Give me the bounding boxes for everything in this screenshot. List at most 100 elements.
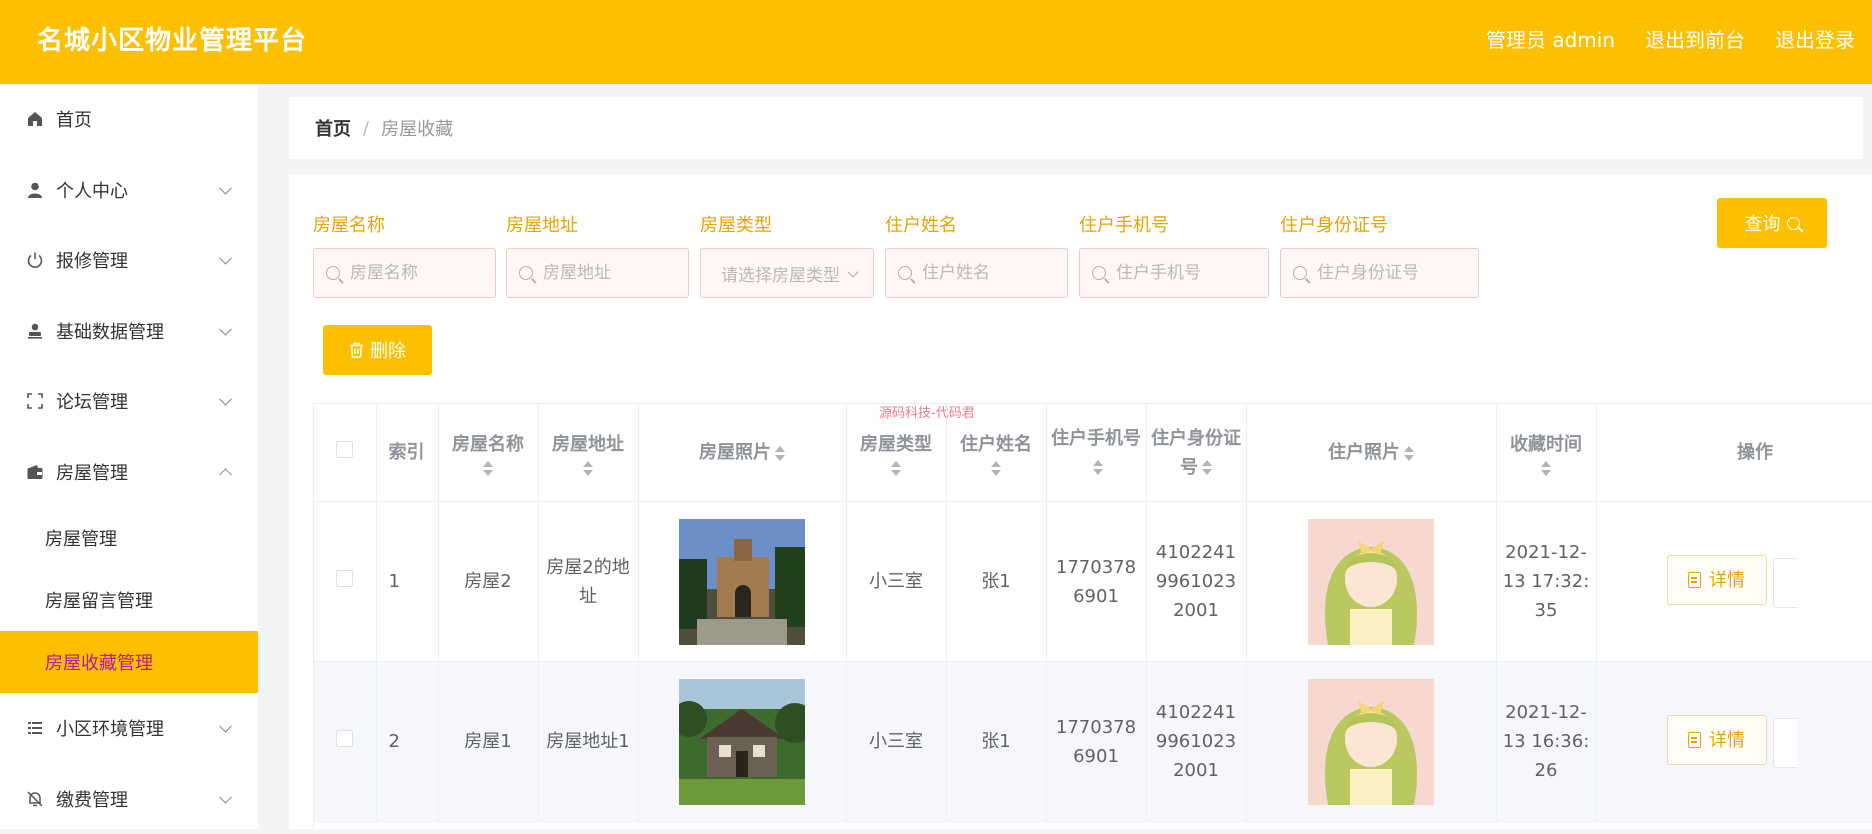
resident-phone-field[interactable]	[1079, 248, 1269, 298]
delete-button-label: 删除	[370, 337, 406, 363]
more-action-button[interactable]	[1773, 718, 1797, 768]
search-icon	[1787, 217, 1800, 230]
sidebar-item-payment[interactable]: 缴费管理	[0, 764, 258, 834]
cell-house-photo	[638, 662, 846, 822]
resident-id-input[interactable]	[1317, 263, 1465, 283]
house-address-field[interactable]	[506, 248, 689, 298]
sidebar-item-forum[interactable]: 论坛管理	[0, 366, 258, 437]
sort-icon[interactable]	[891, 461, 901, 476]
detail-button[interactable]: 详情	[1667, 555, 1767, 605]
sort-icon[interactable]	[583, 461, 593, 476]
delete-button[interactable]: 删除	[323, 325, 432, 375]
resident-photo-image[interactable]	[1308, 679, 1434, 805]
admin-user-link[interactable]: 管理员 admin	[1486, 24, 1615, 53]
sidebar-item-label: 个人中心	[56, 177, 128, 203]
house-type-select[interactable]: 请选择房屋类型	[700, 248, 874, 298]
cell-fav-time: 2021-12-13 17:32:35	[1496, 502, 1596, 662]
cell-index: 1	[376, 502, 438, 662]
cell-resident-phone: 17703786901	[1046, 662, 1146, 822]
header-label: 住户姓名	[951, 430, 1042, 459]
sort-icon[interactable]	[1202, 460, 1212, 475]
more-action-button[interactable]	[1773, 558, 1797, 608]
sidebar-subitem-house-manage[interactable]: 房屋管理	[0, 507, 258, 569]
header-resident-photo[interactable]: 住户照片	[1246, 404, 1496, 502]
list-icon	[25, 718, 45, 738]
query-button[interactable]: 查询	[1717, 198, 1827, 248]
sidebar-item-base-data[interactable]: 基础数据管理	[0, 296, 258, 367]
sort-icon[interactable]	[1093, 460, 1103, 475]
sidebar-subitem-house-favorite[interactable]: 房屋收藏管理	[0, 631, 258, 693]
cell-house-name: 房屋1	[438, 662, 538, 822]
detail-button-label: 详情	[1709, 566, 1745, 595]
sidebar-item-repair[interactable]: 报修管理	[0, 225, 258, 296]
breadcrumb-home[interactable]: 首页	[315, 115, 351, 141]
house-photo-image[interactable]	[679, 679, 805, 805]
house-name-field[interactable]	[313, 248, 496, 298]
header-resident-name[interactable]: 住户姓名	[946, 404, 1046, 502]
house-address-input[interactable]	[543, 263, 678, 283]
header-house-address[interactable]: 房屋地址	[538, 404, 638, 502]
resident-photo-image[interactable]	[1308, 519, 1434, 645]
header-label: 房屋名称	[443, 430, 534, 459]
sidebar-item-home[interactable]: 首页	[0, 84, 258, 155]
sidebar-subitem-house-message[interactable]: 房屋留言管理	[0, 569, 258, 631]
detail-button[interactable]: 详情	[1667, 715, 1767, 765]
resident-name-label: 住户姓名	[885, 211, 957, 237]
sidebar-item-label: 论坛管理	[56, 388, 128, 414]
resident-phone-input[interactable]	[1116, 263, 1257, 283]
chevron-up-icon	[219, 468, 232, 481]
row-checkbox[interactable]	[336, 570, 353, 587]
resident-name-input[interactable]	[922, 263, 1057, 283]
sort-icon[interactable]	[775, 446, 785, 461]
header-label: 收藏时间	[1501, 430, 1592, 459]
cell-house-name: 房屋2	[438, 502, 538, 662]
row-select-cell	[314, 502, 376, 662]
sort-icon[interactable]	[1404, 446, 1414, 461]
house-name-input[interactable]	[350, 263, 485, 283]
sort-icon[interactable]	[991, 461, 1001, 476]
chevron-down-icon	[219, 720, 232, 733]
row-checkbox[interactable]	[336, 730, 353, 747]
exit-to-frontend-link[interactable]: 退出到前台	[1645, 24, 1745, 53]
sidebar-item-house[interactable]: 房屋管理	[0, 437, 258, 508]
chevron-down-icon	[219, 323, 232, 336]
logout-link[interactable]: 退出登录	[1775, 24, 1855, 53]
resident-name-field[interactable]	[885, 248, 1068, 298]
query-button-label: 查询	[1745, 210, 1781, 236]
search-icon	[519, 266, 533, 280]
header-index: 索引	[376, 404, 438, 502]
search-icon	[1092, 266, 1106, 280]
cell-resident-name: 张1	[946, 502, 1046, 662]
cell-house-address: 房屋地址1	[538, 662, 638, 822]
detail-button-label: 详情	[1709, 726, 1745, 755]
header-house-photo[interactable]: 房屋照片	[638, 404, 846, 502]
header-resident-phone[interactable]: 住户手机号	[1046, 404, 1146, 502]
sort-icon[interactable]	[483, 461, 493, 476]
cell-actions: 详情	[1596, 502, 1872, 662]
header-label: 房屋地址	[543, 430, 634, 459]
breadcrumb: 首页 / 房屋收藏	[289, 97, 1863, 159]
cell-resident-id: 410224199610232001	[1146, 502, 1246, 662]
house-photo-image[interactable]	[679, 519, 805, 645]
header-resident-id[interactable]: 住户身份证号	[1146, 404, 1246, 502]
cell-resident-photo	[1246, 502, 1496, 662]
resident-id-field[interactable]	[1280, 248, 1479, 298]
cell-house-type: 小三室	[846, 662, 946, 822]
chevron-down-icon	[219, 393, 232, 406]
select-all-checkbox[interactable]	[336, 441, 353, 458]
cell-house-address: 房屋2的地址	[538, 502, 638, 662]
cell-index: 2	[376, 662, 438, 822]
sidebar-item-label: 报修管理	[56, 247, 128, 273]
header-fav-time[interactable]: 收藏时间	[1496, 404, 1596, 502]
search-icon	[326, 266, 340, 280]
header-house-name[interactable]: 房屋名称	[438, 404, 538, 502]
resident-id-label: 住户身份证号	[1280, 211, 1388, 237]
sort-icon[interactable]	[1541, 461, 1551, 476]
chevron-down-icon	[219, 252, 232, 265]
header-house-type[interactable]: 房屋类型	[846, 404, 946, 502]
sidebar-item-environment[interactable]: 小区环境管理	[0, 693, 258, 764]
resident-phone-label: 住户手机号	[1079, 211, 1169, 237]
header-label: 房屋照片	[699, 442, 771, 463]
sidebar-item-personal-center[interactable]: 个人中心	[0, 155, 258, 226]
cell-fav-time: 2021-12-13 16:36:26	[1496, 662, 1596, 822]
